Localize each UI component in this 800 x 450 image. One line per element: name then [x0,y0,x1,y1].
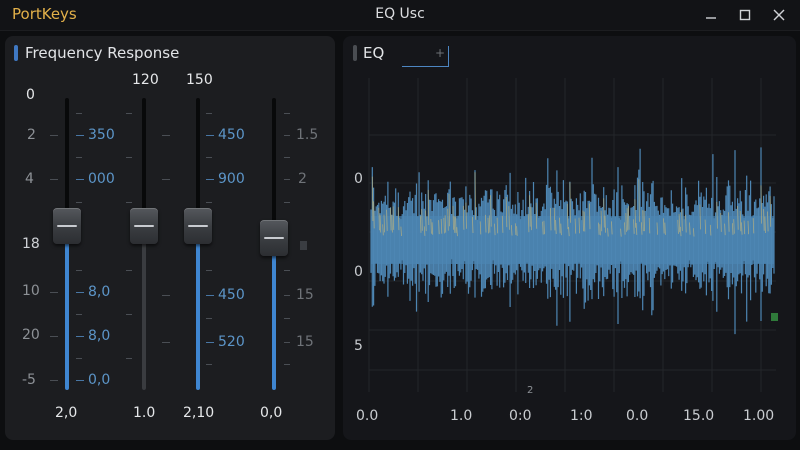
green-marker [771,313,778,321]
waveform [370,147,775,335]
waveform-plot [368,78,778,392]
mid-marker: 2 [527,385,534,396]
x-axis-label: 1:0 [570,408,593,424]
x-axis-label: 1.0 [450,408,473,424]
x-axis-label: 1.00 [743,408,775,424]
x-axis-label: 0.0 [626,408,649,424]
x-axis-label: 0.0 [356,408,379,424]
y-axis-label: 5 [354,338,363,354]
x-axis-label: 15.0 [683,408,715,424]
x-axis-label: 0:0 [509,408,532,424]
y-axis-label: 0 [354,171,363,187]
y-axis-label: 0 [354,264,363,280]
